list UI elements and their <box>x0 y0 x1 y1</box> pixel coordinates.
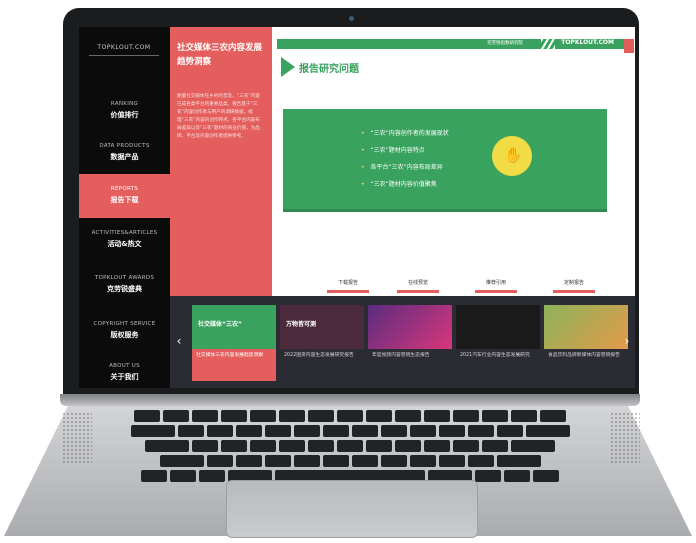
chevron-right-icon[interactable]: › <box>620 332 634 350</box>
card-caption: 社交媒体三农内容发展趋势洞察 <box>196 353 264 358</box>
speaker-grille-left <box>62 412 92 464</box>
nav-label-en: COPYRIGHT SERVICE <box>93 321 156 327</box>
carousel-card[interactable]: 食品饮料品牌新媒体内容营销报告 <box>544 305 628 381</box>
question-item: • “三农”内容创作者的发展现状 <box>361 130 449 137</box>
card-caption: 年度视频内容营销生态报告 <box>372 353 430 358</box>
nav-label-en: ACTIVITIES&ARTICLES <box>91 230 158 236</box>
questions-box: • “三农”内容创作者的发展现状 • “三农”题材内容特点 • 各平台“三农”内容布局… <box>283 109 607 209</box>
question-item: • 各平台“三农”内容布局差异 <box>361 164 443 171</box>
slide-brand: TOPKLOUT.COM <box>561 39 614 46</box>
card-caption: 2021汽车行业内容生态发展研究 <box>460 353 530 358</box>
recommend-cite-link[interactable]: 推荐引用 <box>471 279 521 293</box>
nav-label-en: DATA PRODUCTS <box>99 143 150 149</box>
nav-label-zh: 活动&热文 <box>107 240 142 248</box>
nav-label-zh: 关于我们 <box>110 373 139 381</box>
bullet-icon: • <box>361 147 365 154</box>
sidebar-item-about[interactable]: ABOUT US 关于我们 <box>79 351 170 388</box>
slide-heading: 报告研究问题 <box>277 57 397 81</box>
card-thumbnail: 社交媒体“三农” <box>192 305 276 349</box>
carousel-card[interactable]: 2021汽车行业内容生态发展研究 <box>456 305 540 381</box>
site-logo[interactable]: TOPKLOUT.COM <box>89 41 159 56</box>
sidebar-item-awards[interactable]: TOPKLOUT AWARDS 克劳锐盛典 <box>79 263 170 307</box>
report-title: 社交媒体三农内容发展趋势洞察 <box>177 43 263 67</box>
nav-label-zh: 克劳锐盛典 <box>107 285 142 293</box>
carousel-card[interactable]: 万物皆可测 2022国货内容生态发展研究报告 <box>280 305 364 381</box>
bullet-icon: • <box>361 130 365 137</box>
carousel-card[interactable]: 年度视频内容营销生态报告 <box>368 305 452 381</box>
slide-top-band: 克劳锐指数研究院 TOPKLOUT.COM <box>277 39 624 49</box>
report-info-panel: 社交媒体三农内容发展趋势洞察 随着社交媒体在乡村的普及，“三农”内容已成各类平台… <box>170 27 272 296</box>
custom-report-link[interactable]: 定制报告 <box>549 279 599 293</box>
sidebar-item-ranking[interactable]: RANKING 价值排行 <box>79 89 170 133</box>
chevron-left-icon[interactable]: ‹ <box>172 332 186 350</box>
trackpad[interactable] <box>226 480 478 538</box>
nav-label-en: RANKING <box>110 101 139 107</box>
card-thumbnail <box>456 305 540 349</box>
screen: TOPKLOUT.COM RANKING 价值排行 DATA PRODUCTS … <box>79 27 635 388</box>
nav-label-zh: 报告下载 <box>110 196 139 204</box>
triangle-marker-icon <box>281 57 295 77</box>
report-description: 随着社交媒体在乡村的普及，“三农”内容已成各类平台的重要品类。报告基于“三农”内… <box>177 94 260 139</box>
decorative-stripes <box>541 39 555 49</box>
sidebar-item-copyright[interactable]: COPYRIGHT SERVICE 版权服务 <box>79 309 170 353</box>
slide-tagline: 克劳锐指数研究院 <box>487 41 523 46</box>
nav-label-zh: 数据产品 <box>110 153 139 161</box>
nav-label-en: TOPKLOUT AWARDS <box>94 275 155 281</box>
report-preview-slide: 克劳锐指数研究院 TOPKLOUT.COM 报告研究问题 • “三农”内容创作者的… <box>277 39 635 296</box>
report-actions: 下载报告 在线预览 推荐引用 定制报告 <box>323 279 613 295</box>
sidebar-item-data-products[interactable]: DATA PRODUCTS 数据产品 <box>79 131 170 175</box>
nav-label-en: ABOUT US <box>109 363 140 369</box>
online-preview-link[interactable]: 在线预览 <box>393 279 443 293</box>
nav-label-zh: 版权服务 <box>110 331 139 339</box>
download-report-link[interactable]: 下载报告 <box>323 279 373 293</box>
card-thumbnail <box>368 305 452 349</box>
pointing-hand-icon <box>492 136 532 176</box>
laptop-hinge <box>60 394 640 406</box>
sidebar-item-reports[interactable]: REPORTS 报告下载 <box>79 174 170 218</box>
question-item: • “三农”题材内容特点 <box>361 147 425 154</box>
bullet-icon: • <box>361 164 365 171</box>
sidebar-nav: TOPKLOUT.COM RANKING 价值排行 DATA PRODUCTS … <box>79 27 170 388</box>
card-caption: 2022国货内容生态发展研究报告 <box>284 353 354 358</box>
related-reports-carousel: ‹ 社交媒体“三农” 社交媒体三农内容发展趋势洞察 万物皆可测 2022国货内容… <box>170 296 635 388</box>
corner-flag <box>624 39 634 53</box>
webcam <box>349 16 354 21</box>
slide-heading-text: 报告研究问题 <box>299 64 359 75</box>
speaker-grille-right <box>610 412 640 464</box>
nav-label-en: REPORTS <box>110 186 139 192</box>
carousel-card[interactable]: 社交媒体“三农” 社交媒体三农内容发展趋势洞察 <box>192 305 276 381</box>
sidebar-item-activities[interactable]: ACTIVITIES&ARTICLES 活动&热文 <box>79 218 170 262</box>
keyboard <box>90 410 610 482</box>
card-thumbnail <box>544 305 628 349</box>
nav-label-zh: 价值排行 <box>110 111 139 119</box>
card-thumbnail: 万物皆可测 <box>280 305 364 349</box>
bullet-icon: • <box>361 181 365 188</box>
card-caption: 食品饮料品牌新媒体内容营销报告 <box>548 353 620 358</box>
question-item: • “三农”题材内容价值聚焦 <box>361 181 437 188</box>
